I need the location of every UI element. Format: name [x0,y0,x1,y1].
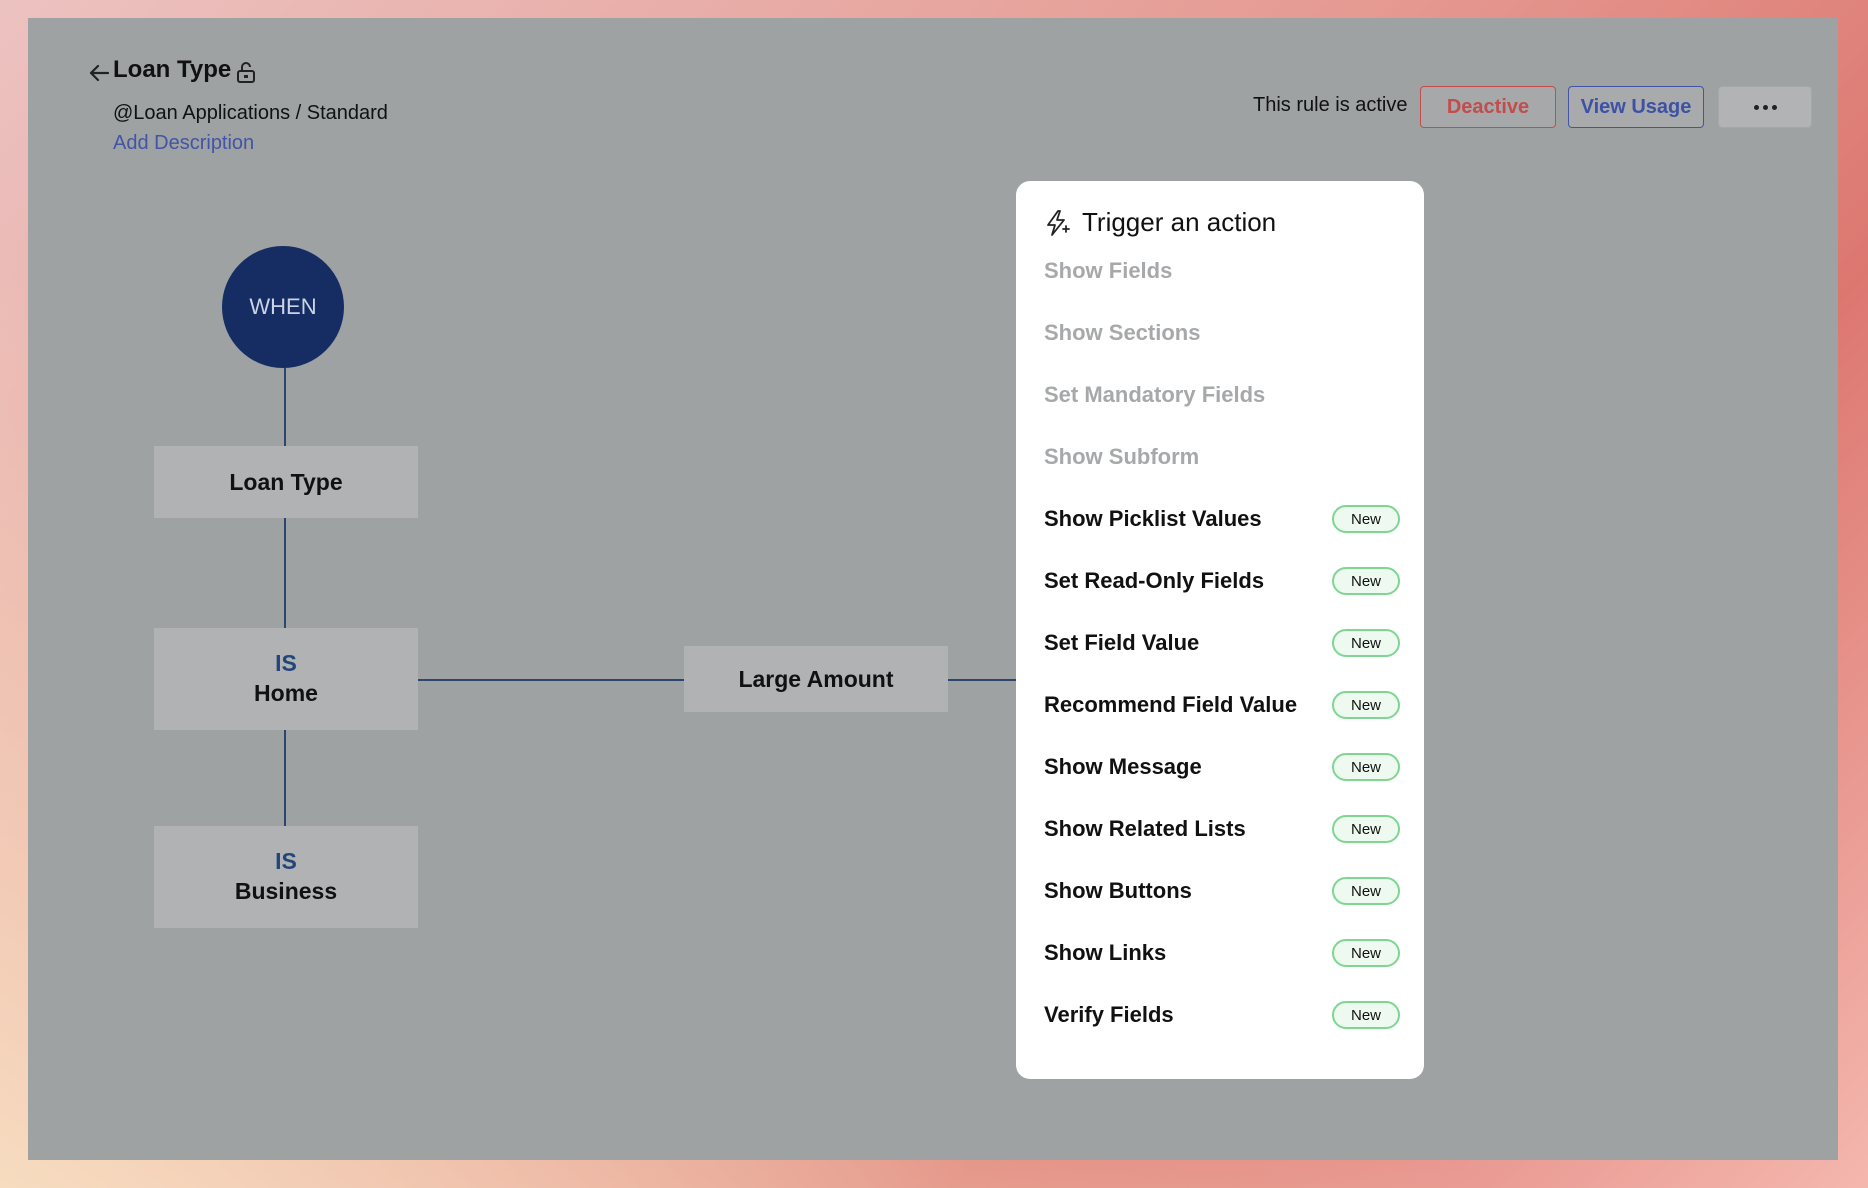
view-usage-button[interactable]: View Usage [1568,86,1704,128]
more-horizontal-icon [1752,104,1779,110]
connector-field-to-home [284,518,286,628]
menu-item-label: Verify Fields [1044,1002,1174,1027]
rule-status-text: This rule is active [1253,94,1408,116]
menu-item-label: Show Subform [1044,444,1200,469]
menu-item-show-subform[interactable]: Show Subform [1044,437,1400,477]
new-badge: New [1332,629,1400,657]
rule-editor-canvas: Loan Type @Loan Applications / Standard … [28,18,1838,1160]
condition-operator: IS [275,650,297,677]
result-node-label: Large Amount [738,665,894,692]
more-options-button[interactable] [1718,86,1812,128]
deactive-button[interactable]: Deactive [1420,86,1556,128]
connector-when-to-field [284,368,286,446]
menu-item-set-read-only-fields[interactable]: Set Read-Only Fields New [1044,561,1400,601]
menu-item-label: Set Read-Only Fields [1044,568,1265,593]
menu-item-show-links[interactable]: Show Links New [1044,933,1400,973]
menu-item-show-fields[interactable]: Show Fields [1044,251,1400,291]
condition-node-home[interactable]: IS Home [154,628,418,730]
menu-item-label: Set Field Value [1044,630,1200,655]
menu-item-show-related-lists[interactable]: Show Related Lists New [1044,809,1400,849]
lightning-bolt-icon [1047,209,1070,236]
breadcrumb: @Loan Applications / Standard [113,102,388,124]
menu-item-label: Show Sections [1044,320,1201,345]
menu-item-label: Show Picklist Values [1044,506,1262,531]
trigger-action-title: Trigger an action [1082,207,1277,237]
new-badge: New [1332,567,1400,595]
menu-item-recommend-field-value[interactable]: Recommend Field Value New [1044,685,1400,725]
menu-item-label: Show Buttons [1044,878,1192,903]
new-badge: New [1332,939,1400,967]
page-title: Loan Type [113,56,232,83]
menu-item-label: Recommend Field Value [1044,692,1298,717]
trigger-action-menu: Trigger an action Show Fields Show Sectio… [1016,181,1424,1079]
menu-item-show-picklist-values[interactable]: Show Picklist Values New [1044,499,1400,539]
condition-operator: IS [275,848,297,875]
condition-node-business[interactable]: IS Business [154,826,418,928]
connector-home-to-result [418,679,684,681]
menu-item-label: Show Related Lists [1044,816,1246,841]
new-badge: New [1332,753,1400,781]
result-node-large-amount[interactable]: Large Amount [684,646,948,712]
menu-item-set-field-value[interactable]: Set Field Value New [1044,623,1400,663]
menu-item-set-mandatory-fields[interactable]: Set Mandatory Fields [1044,375,1400,415]
new-badge: New [1332,505,1400,533]
add-description-link[interactable]: Add Description [113,132,254,155]
menu-item-label: Set Mandatory Fields [1044,382,1266,407]
menu-item-label: Show Links [1044,940,1167,965]
new-badge: New [1332,877,1400,905]
when-node[interactable]: WHEN [222,246,344,368]
menu-item-show-sections[interactable]: Show Sections [1044,313,1400,353]
trigger-action-header: Trigger an action [1042,207,1276,238]
menu-item-show-buttons[interactable]: Show Buttons New [1044,871,1400,911]
new-badge: New [1332,815,1400,843]
menu-item-verify-fields[interactable]: Verify Fields New [1044,995,1400,1035]
lock-icon[interactable] [235,60,257,84]
menu-item-show-message[interactable]: Show Message New [1044,747,1400,787]
back-arrow-icon[interactable] [86,60,112,86]
menu-item-label: Show Message [1044,754,1202,779]
new-badge: New [1332,691,1400,719]
menu-item-label: Show Fields [1044,258,1173,283]
field-node-loan-type[interactable]: Loan Type [154,446,418,518]
field-node-label: Loan Type [229,468,343,495]
condition-value: Home [254,680,318,706]
new-badge: New [1332,1001,1400,1029]
condition-value: Business [234,878,338,904]
connector-home-to-business [284,730,286,826]
